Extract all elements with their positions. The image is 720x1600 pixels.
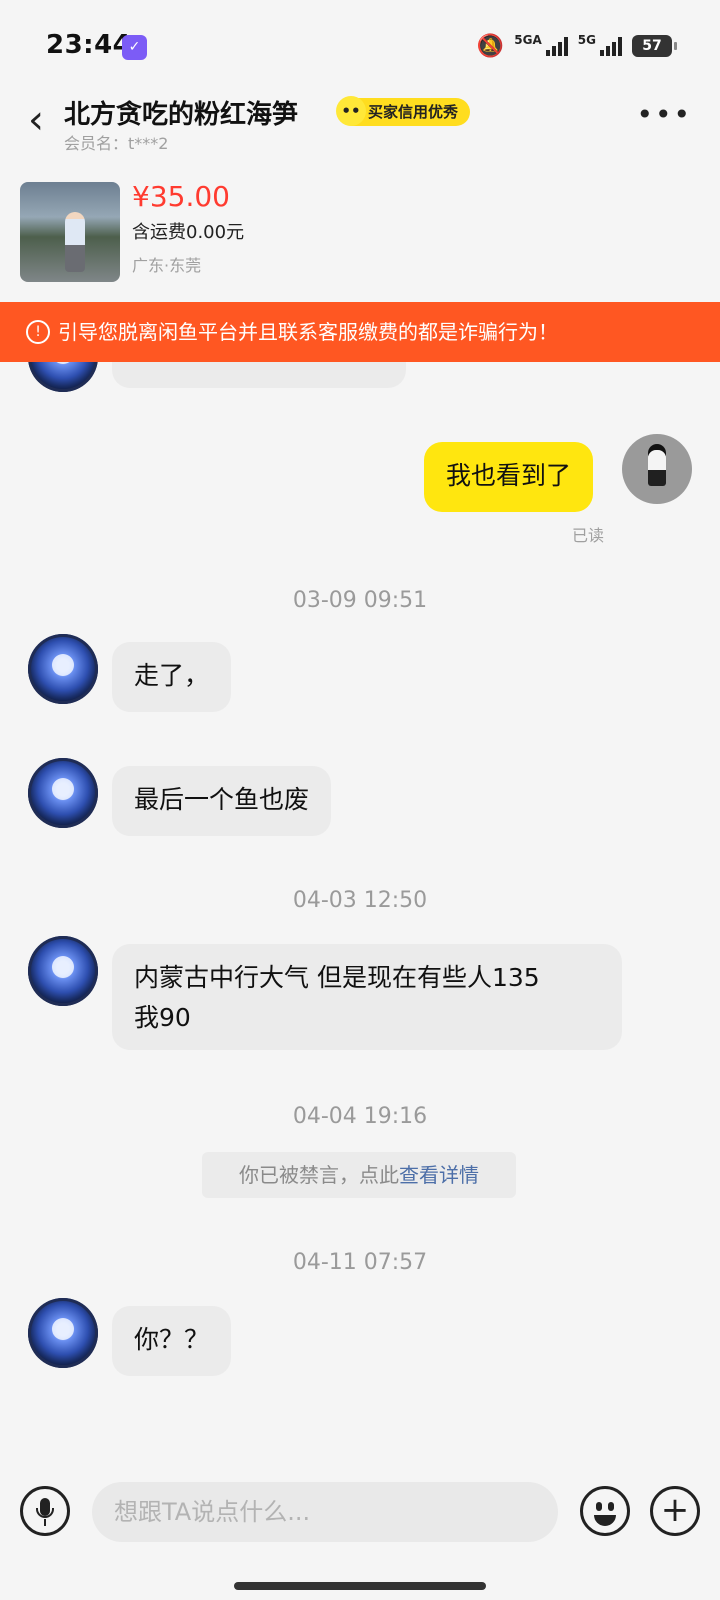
status-time: 23:44: [46, 30, 132, 60]
microphone-icon[interactable]: [20, 1486, 70, 1536]
member-name: 会员名：t***2: [64, 134, 169, 153]
avatar[interactable]: [28, 634, 98, 704]
credit-badge-label: 买家信用优秀: [368, 103, 459, 121]
system-note-text: 你已被禁言，点此: [239, 1163, 399, 1187]
message-input[interactable]: [92, 1482, 558, 1542]
message-line: 我90: [134, 1003, 191, 1032]
badge-face-icon: ••: [336, 96, 366, 126]
chat-header: ‹ 北方贪吃的粉红海笋 •• 买家信用优秀 会员名：t***2 •••: [0, 92, 720, 162]
message-bubble[interactable]: 最后一个鱼也废: [112, 766, 332, 836]
timestamp: 03-09 09:51: [292, 588, 428, 613]
network-5ga-label: 5GA: [514, 33, 542, 47]
product-card[interactable]: ¥35.00 含运费0.00元 广东·东莞: [0, 172, 720, 298]
product-location: 广东·东莞: [132, 256, 202, 275]
plus-icon[interactable]: +: [650, 1486, 700, 1536]
product-price: ¥35.00: [132, 180, 230, 213]
signal-bars-icon-2: [600, 36, 622, 56]
muted-system-notice: 你已被禁言，点此查看详情: [202, 1152, 516, 1198]
product-image[interactable]: [20, 182, 120, 282]
alert-icon: !: [26, 319, 50, 344]
my-message-bubble[interactable]: 我也看到了: [424, 442, 594, 512]
timestamp: 04-04 19:16: [292, 1104, 428, 1129]
more-icon[interactable]: •••: [636, 98, 692, 131]
warning-text: 引导您脱离闲鱼平台并且联系客服缴费的都是诈骗行为！: [58, 320, 558, 344]
input-bar: +: [0, 1462, 720, 1582]
scam-warning-banner: ! 引导您脱离闲鱼平台并且联系客服缴费的都是诈骗行为！: [0, 302, 720, 362]
avatar[interactable]: [28, 936, 98, 1006]
timestamp: 04-03 12:50: [292, 888, 428, 913]
back-icon[interactable]: ‹: [28, 98, 44, 142]
shield-icon: ✓: [122, 35, 147, 60]
message-line: 内蒙古中行大气 但是现在有些人135: [134, 963, 540, 992]
battery-icon: 57: [632, 35, 677, 57]
avatar[interactable]: [28, 362, 98, 392]
emoji-icon[interactable]: [580, 1486, 630, 1536]
status-icons: 🔕 5GA 5G 57: [476, 30, 677, 62]
signal-bars-icon: [545, 36, 568, 56]
mute-bell-icon: 🔕: [476, 33, 505, 59]
credit-badge: •• 买家信用优秀: [336, 96, 471, 126]
network-5g-label: 5G: [577, 33, 596, 47]
read-receipt: 已读: [572, 526, 605, 545]
message-bubble[interactable]: 他们说没有，下百开了: [112, 362, 407, 388]
chat-messages[interactable]: 他们说没有，下百开了 我也看到了 已读 03-09 09:51 走了， 最后一个…: [0, 362, 720, 1462]
avatar[interactable]: [28, 1298, 98, 1368]
chat-title: 北方贪吃的粉红海笋: [64, 100, 299, 130]
message-bubble[interactable]: 走了，: [112, 642, 232, 712]
status-bar: 23:44 ✓ 🔕 5GA 5G 57: [0, 0, 720, 92]
message-bubble[interactable]: 内蒙古中行大气 但是现在有些人135 我90: [112, 944, 622, 1050]
my-avatar[interactable]: [622, 434, 692, 504]
message-bubble[interactable]: 你？？: [112, 1306, 232, 1376]
avatar[interactable]: [28, 758, 98, 828]
product-shipping: 含运费0.00元: [132, 222, 245, 243]
home-indicator[interactable]: [234, 1582, 486, 1590]
timestamp: 04-11 07:57: [292, 1250, 428, 1275]
view-details-link[interactable]: 查看详情: [399, 1163, 479, 1187]
